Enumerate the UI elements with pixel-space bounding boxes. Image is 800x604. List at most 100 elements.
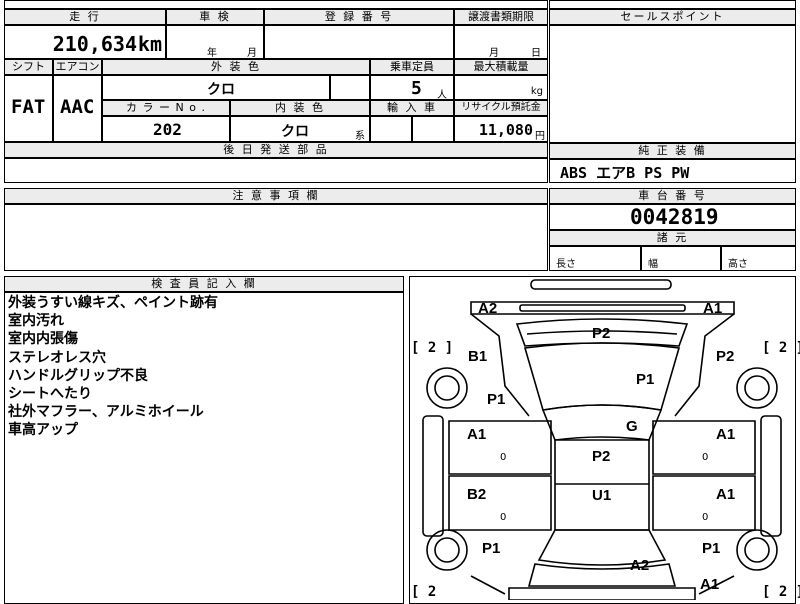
color-no-value: 202 (153, 120, 182, 139)
inspector-header: 検 査 員 記 入 欄 (4, 276, 404, 292)
tire-front-right (736, 367, 778, 409)
transfer-cell: 月 日 (454, 25, 548, 59)
label-tire-rr: [ 2 ] (762, 584, 800, 600)
tire-rear-left-inner (434, 537, 460, 563)
inspection-cell: 年 月 (166, 25, 264, 59)
label-hood: P1 (636, 371, 655, 388)
label-front-right: A1 (703, 300, 723, 317)
label-right-fender: P2 (716, 348, 735, 365)
label-tire-fl: [ 2 ] (411, 340, 454, 356)
interior-color-header: 内 装 色 (230, 100, 370, 116)
trunk-outline (527, 563, 677, 587)
inspector-note: 室内内張傷 (8, 331, 78, 348)
label-front-left: A2 (478, 300, 498, 317)
label-left-rear-fender: P1 (482, 540, 501, 557)
inspection-header: 車 検 (166, 9, 264, 25)
aircon-value: AAC (60, 96, 95, 118)
transfer-day: 日 (531, 48, 541, 59)
inspector-note: ステレオレス穴 (8, 349, 106, 366)
inspector-note: 外装うすい線キズ、ペイント跡有 (8, 295, 218, 311)
dimension-height-cell: 高さ (721, 246, 796, 271)
dimension-length-cell: 長さ (549, 246, 641, 271)
aircon-header: エアコン (53, 59, 102, 75)
shift-cell: FAT (4, 75, 53, 142)
interior-color-value: クロ (281, 124, 309, 140)
dimension-width-cell: 幅 (641, 246, 721, 271)
top-strip (4, 0, 548, 9)
genuine-equipment-header: 純 正 装 備 (549, 143, 796, 159)
label-left-rear-door: B2 (467, 486, 487, 503)
chassis-number-value: 0042819 (630, 205, 719, 229)
recycle-value: 11,080 (478, 121, 533, 139)
dimensions-header: 諸 元 (549, 230, 796, 246)
import-header: 輸 入 車 (370, 100, 454, 116)
sales-point-header: セールスポイント (549, 9, 796, 25)
recycle-cell: 11,080 円 (454, 116, 548, 142)
import-cell-left (370, 116, 412, 142)
tire-rear-left (426, 529, 468, 571)
label-rear-right: A1 (700, 576, 720, 593)
body-left-lower (470, 575, 506, 595)
max-load-unit: kg (530, 86, 543, 97)
max-load-header: 最大積載量 (454, 59, 548, 75)
label-left-fender: B1 (468, 348, 488, 365)
mileage-header: 走 行 (4, 9, 166, 25)
tire-rear-right (736, 529, 778, 571)
transfer-header: 譲渡書類期限 (454, 9, 548, 25)
dimension-width-label: 幅 (648, 259, 658, 270)
rear-bumper (508, 587, 696, 600)
label-right-rear-door-small: 0 (702, 512, 709, 523)
label-center-roof: P2 (592, 448, 611, 465)
capacity-header: 乗車定員 (370, 59, 454, 75)
registration-cell (264, 25, 454, 59)
inspector-note: 室内汚れ (8, 313, 64, 330)
inspection-year: 年 (207, 48, 217, 59)
capacity-cell: 5 人 (370, 75, 454, 101)
chassis-number-header: 車 台 番 号 (549, 188, 796, 204)
color-no-header: カ ラ ー N o . (102, 100, 230, 116)
capacity-value: 5 (411, 78, 422, 99)
inspector-notes: 外装うすい線キズ、ペイント跡有 室内汚れ 室内内張傷 ステレオレス穴 ハンドルグ… (8, 294, 218, 440)
windshield (523, 342, 681, 411)
inspector-note: シートへたり (8, 386, 92, 403)
right-front-door (652, 420, 756, 475)
later-parts-header: 後 日 発 送 部 品 (4, 142, 548, 158)
interior-color-cell: クロ 系 (230, 116, 370, 142)
inspector-note: 社外マフラー、アルミホイール (8, 404, 204, 421)
later-parts-cell (4, 158, 548, 183)
label-left-front-door-small: 0 (500, 452, 507, 463)
exterior-color-value: クロ (207, 82, 235, 98)
label-right-rear-fender: P1 (702, 540, 721, 557)
tire-front-left-inner (434, 375, 460, 401)
color-no-cell: 202 (102, 116, 230, 142)
tire-rear-right-inner (744, 537, 770, 563)
dimension-height-label: 高さ (728, 259, 748, 270)
right-rocker (760, 415, 782, 537)
genuine-equipment-value: ABS エアB PS PW (560, 164, 690, 182)
aircon-cell: AAC (53, 75, 102, 142)
exterior-color-header: 外 装 色 (102, 59, 370, 75)
label-left-a-pillar: P1 (487, 391, 506, 408)
registration-header: 登 録 番 号 (264, 9, 454, 25)
left-front-door (448, 420, 552, 475)
exterior-color-extra (330, 75, 370, 100)
front-bumper (470, 301, 735, 315)
left-rocker (422, 415, 444, 537)
dimension-length-label: 長さ (556, 259, 576, 270)
label-tire-fr: [ 2 ] (762, 340, 800, 356)
inspector-note: ハンドルグリップ不良 (8, 367, 148, 384)
label-left-rear-door-small: 0 (500, 512, 507, 523)
caution-cell (4, 204, 548, 271)
inspection-month: 月 (247, 48, 257, 59)
exterior-color-cell: クロ (102, 75, 330, 100)
label-trunk: U1 (592, 487, 612, 504)
label-rear-center: A2 (630, 557, 650, 574)
inspector-note: 車高アップ (8, 422, 78, 439)
tire-front-left (426, 367, 468, 409)
recycle-header: リサイクル預託金 (454, 100, 548, 116)
label-right-front-door: A1 (716, 426, 736, 443)
caution-header: 注 意 事 項 欄 (4, 188, 548, 204)
import-cell-right (412, 116, 454, 142)
mileage-unit: km (137, 32, 162, 56)
interior-color-suffix: 系 (355, 131, 365, 142)
